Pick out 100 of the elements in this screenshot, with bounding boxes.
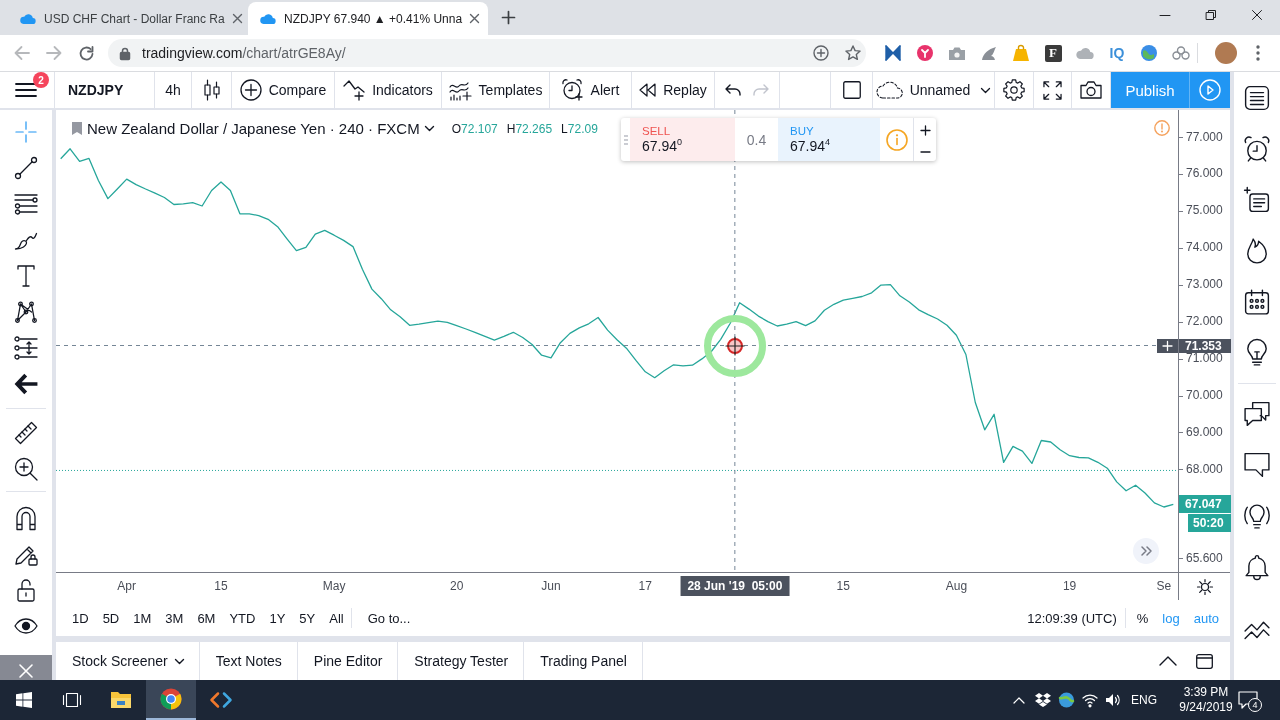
price-axis-label: 71.000 xyxy=(1186,353,1223,364)
camera-icon[interactable] xyxy=(1080,81,1102,99)
star-icon[interactable] xyxy=(845,45,861,61)
grip-icon[interactable] xyxy=(623,134,628,145)
dropbox-icon[interactable] xyxy=(1035,693,1051,707)
plus-icon[interactable] xyxy=(920,126,930,135)
wifi-icon[interactable] xyxy=(1082,693,1098,707)
horizontal-lines-icon[interactable] xyxy=(14,192,38,216)
notification-icon[interactable] xyxy=(1238,691,1258,709)
range-button[interactable]: 5D xyxy=(95,600,127,636)
caret-up-icon[interactable] xyxy=(1159,656,1177,666)
zigzag-icon[interactable] xyxy=(1244,621,1270,642)
scale-toggle[interactable]: % xyxy=(1129,600,1156,636)
task-view-icon[interactable] xyxy=(63,693,81,707)
range-button[interactable]: 1D xyxy=(65,600,96,636)
more-icon[interactable] xyxy=(1256,45,1260,61)
range-button[interactable]: All xyxy=(322,600,351,636)
crosshair-price-label: 71.353 xyxy=(1179,338,1231,353)
price-axis-label: 74.000 xyxy=(1186,242,1223,254)
magnet-icon[interactable] xyxy=(16,506,36,530)
bowtie-icon[interactable] xyxy=(885,45,901,61)
price-axis-label: 68.000 xyxy=(1186,463,1223,475)
cross-tile-icon[interactable] xyxy=(0,655,52,680)
prediction-icon[interactable] xyxy=(14,336,38,360)
bell-icon[interactable] xyxy=(1244,553,1270,580)
taskbar-button[interactable] xyxy=(146,680,196,720)
plus-icon[interactable] xyxy=(1157,338,1178,353)
price-axis-label: 65.600 xyxy=(1186,552,1223,564)
fullscreen-icon[interactable] xyxy=(1043,80,1062,100)
trend-line-icon[interactable] xyxy=(14,156,38,180)
sell-button[interactable]: SELL 67.94$^{0}$ xyxy=(630,118,735,161)
alert-button[interactable]: Alert xyxy=(550,72,632,108)
reload-icon[interactable] xyxy=(78,45,94,61)
extension-button[interactable]: F xyxy=(1044,44,1062,62)
list-icon[interactable] xyxy=(1244,84,1270,111)
settings-icon[interactable] xyxy=(1003,79,1025,101)
calendar-icon[interactable] xyxy=(1244,288,1270,315)
menu-icon[interactable] xyxy=(15,83,36,97)
close-icon[interactable] xyxy=(1252,10,1262,20)
globe-icon[interactable] xyxy=(1058,692,1076,708)
address-bar[interactable]: tradingview.com/chart/atrGE8Ay/ xyxy=(108,39,866,67)
range-button[interactable]: 6M xyxy=(190,600,223,636)
flame-icon[interactable] xyxy=(1244,237,1270,264)
arrow-left-icon[interactable] xyxy=(14,372,38,396)
sun-icon[interactable] xyxy=(1196,578,1213,595)
language-indicator[interactable]: ENG xyxy=(1131,693,1157,707)
zoom-icon[interactable] xyxy=(813,45,829,61)
minimize-icon[interactable] xyxy=(1160,14,1170,16)
globe-icon[interactable] xyxy=(1141,45,1157,61)
code-brackets-icon xyxy=(210,692,232,708)
play-button[interactable] xyxy=(1190,72,1230,108)
indicators-button[interactable]: Indicators xyxy=(335,72,442,108)
unlocked-icon[interactable] xyxy=(17,578,35,602)
browser-tab[interactable]: NZDJPY 67.940 ▲ +0.41% Unna xyxy=(248,2,488,35)
pattern-icon[interactable] xyxy=(14,300,38,324)
windows-logo-icon[interactable] xyxy=(16,692,32,708)
range-button[interactable]: 3M xyxy=(158,600,191,636)
chat-bubble-icon[interactable] xyxy=(1244,451,1270,478)
play-icon xyxy=(1199,79,1221,101)
close-icon[interactable] xyxy=(470,14,480,23)
bar-countdown-label: 50:20 xyxy=(1188,514,1231,533)
sparkle-list-icon[interactable] xyxy=(1244,186,1270,213)
compare-button[interactable]: Compare xyxy=(232,72,335,108)
caret-icon[interactable] xyxy=(424,126,434,131)
double-chevron-icon[interactable] xyxy=(1133,538,1159,564)
zoom-in-icon[interactable] xyxy=(14,457,38,481)
replay-button[interactable]: Replay xyxy=(632,72,715,108)
new-tab-icon[interactable] xyxy=(502,11,515,24)
range-button[interactable]: YTD xyxy=(222,600,263,636)
text-icon[interactable] xyxy=(14,264,38,288)
browser-tab[interactable]: USD CHF Chart - Dollar Franc Ra xyxy=(8,2,248,35)
layout-button[interactable]: Unnamed xyxy=(873,72,995,108)
eye-icon[interactable] xyxy=(14,618,38,634)
leaf-icon[interactable] xyxy=(981,45,997,61)
square-icon[interactable] xyxy=(842,81,861,99)
ruler-icon[interactable] xyxy=(14,421,38,445)
maximize-icon[interactable] xyxy=(1196,653,1213,669)
price-axis-label: 73.000 xyxy=(1186,279,1223,291)
price-axis-label: 69.000 xyxy=(1186,426,1223,438)
chat-bubbles-icon[interactable] xyxy=(1244,400,1270,427)
timezone-button[interactable]: 12:09:39 (UTC) xyxy=(1027,600,1125,636)
candlestick-icon[interactable] xyxy=(203,79,220,101)
interval-button[interactable]: 4h xyxy=(155,72,192,108)
circle-logo-icon[interactable] xyxy=(917,45,933,61)
broadcast-bulb-icon[interactable] xyxy=(1244,502,1270,529)
avatar[interactable] xyxy=(1215,42,1237,64)
goto-button[interactable]: Go to... xyxy=(360,600,418,636)
buy-button[interactable]: BUY 67.94$^{4}$ xyxy=(778,118,880,161)
range-button[interactable]: 1Y xyxy=(262,600,293,636)
symbol-button[interactable]: NZDJPY xyxy=(55,72,155,108)
minus-icon[interactable] xyxy=(920,151,930,153)
undo-icon[interactable] xyxy=(725,84,741,96)
rings-icon[interactable] xyxy=(1172,46,1190,60)
range-button[interactable]: 1M xyxy=(126,600,159,636)
range-button[interactable]: 5Y xyxy=(292,600,323,636)
templates-button[interactable]: Templates xyxy=(442,72,550,108)
restore-icon[interactable] xyxy=(1206,10,1216,20)
volume-icon[interactable] xyxy=(1105,693,1121,707)
lightbulb-icon[interactable] xyxy=(1244,339,1270,366)
alarm-clock-icon[interactable] xyxy=(1244,135,1270,162)
